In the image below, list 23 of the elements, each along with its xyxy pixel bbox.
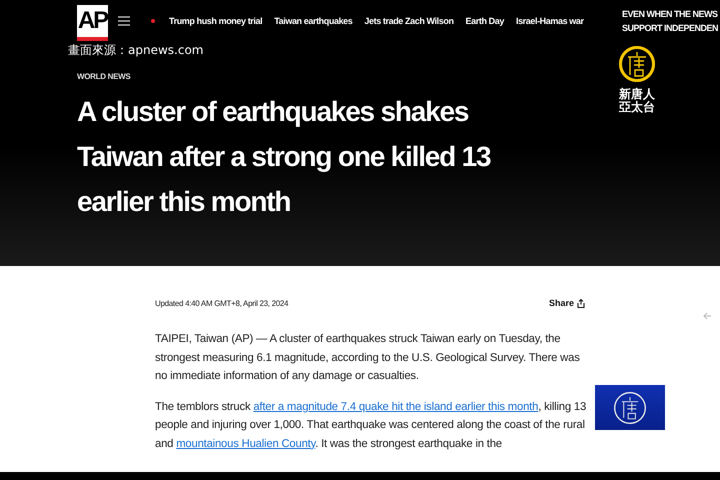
- nav-link[interactable]: Taiwan earthquakes: [274, 16, 352, 26]
- promo-text: EVEN WHEN THE NEWS: [622, 8, 718, 21]
- source-caption: 畫面來源：apnews.com: [68, 42, 204, 59]
- article-paragraph: The temblors struck after a magnitude 7.4 quake hit the island earlier this month, killing 13 people and injuring over 1,000. That earthquake was centered along the coast of the rural and mountainous Hualien County. It was the strongest earthquake in the: [155, 400, 587, 452]
- article-link[interactable]: after a magnitude 7.4 quake hit the island earlier this month: [253, 400, 538, 412]
- nav-link[interactable]: Trump hush money trial: [169, 16, 262, 26]
- ap-logo[interactable]: AP: [77, 5, 108, 41]
- headline: A cluster of earthquakes shakes Taiwan after a strong one killed 13 earlier this month: [77, 95, 492, 219]
- share-icon[interactable]: [577, 298, 585, 308]
- nav-link[interactable]: Earth Day: [466, 16, 504, 26]
- article-paragraph: TAIPEI, Taiwan (AP) — A cluster of earthquakes struck Taiwan early on Tuesday, the strongest measuring 6.1 magnitude, according to the U.S. Geological Survey. There was no immediate information of any damage or casualties.: [155, 332, 581, 384]
- channel-name: 亞太台: [619, 101, 655, 114]
- promo-text: SUPPORT INDEPENDEN: [622, 22, 718, 35]
- nav-link[interactable]: Jets trade Zach Wilson: [364, 16, 454, 26]
- article-link[interactable]: mountainous Hualien County: [176, 438, 316, 450]
- menu-icon[interactable]: [118, 16, 130, 26]
- channel-badge: [595, 385, 665, 430]
- timestamp: Updated 4:40 AM GMT+8, April 23, 2024: [155, 298, 288, 308]
- live-dot: [151, 19, 155, 23]
- share-button[interactable]: Share: [548, 298, 585, 308]
- nav-link[interactable]: Israel-Hamas war: [516, 16, 584, 26]
- channel-name: 新唐人: [619, 88, 655, 101]
- section-label[interactable]: WORLD NEWS: [77, 72, 720, 81]
